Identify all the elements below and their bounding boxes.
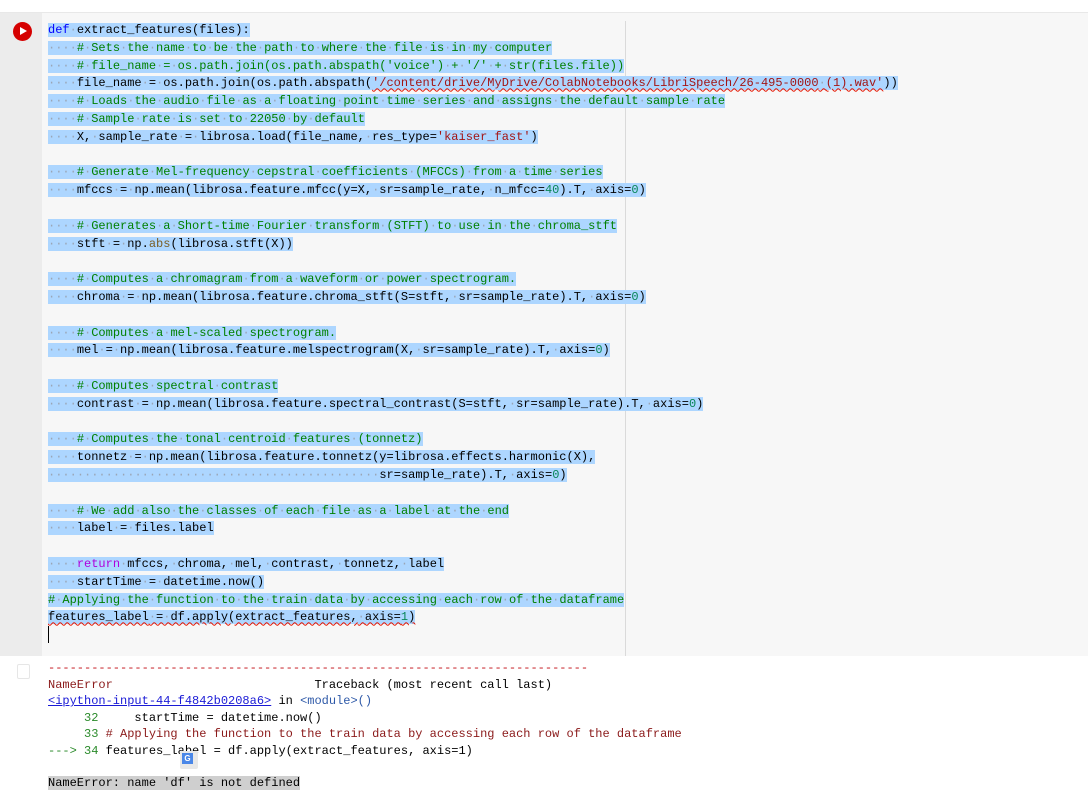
traceback-label: Traceback (most recent call last)	[314, 677, 553, 692]
traceback-code: # Applying the function to the train dat…	[98, 727, 682, 741]
code-line: ····#·We·add·also·the·classes·of·each·fi…	[48, 503, 509, 518]
code-line: ····tonnetz·=·np.mean(librosa.feature.to…	[48, 450, 596, 465]
code-line: def·extract_features(files):	[48, 23, 250, 37]
run-cell-button[interactable]	[13, 22, 32, 41]
output-clear-icon[interactable]	[17, 664, 30, 679]
in-text: in	[271, 694, 301, 708]
code-line: ····#·Computes·the·tonal·centroid·featur…	[48, 432, 423, 447]
code-line: ····#·Computes·a·mel-scaled·spectrogram.	[48, 325, 337, 340]
code-line: ····label·=·files.label	[48, 521, 214, 536]
module-text: <module>()	[300, 694, 373, 708]
line-number: 33	[48, 727, 99, 741]
traceback-code: features_label = df.apply(extract_featur…	[98, 743, 473, 758]
cell-gutter	[0, 13, 42, 656]
code-line: ····return·mfccs,·chroma,·mel,·contrast,…	[48, 556, 445, 571]
code-line: ········································…	[48, 467, 567, 482]
code-line: ····stft·=·np.abs(librosa.stft(X))	[48, 236, 293, 251]
code-line: ····#·Generates·a·Short-time·Fourier·tra…	[48, 218, 617, 233]
google-translate-icon[interactable]: G	[180, 751, 198, 769]
error-message: NameError: name 'df' is not defined	[48, 775, 301, 790]
code-line: ····#·Loads·the·audio·file·as·a·floating…	[48, 94, 726, 109]
text-cursor	[48, 626, 49, 643]
code-editor[interactable]: def·extract_features(files): ····#·Sets·t…	[48, 22, 898, 627]
line-number: 32	[48, 710, 99, 725]
code-line: #·Applying·the·function·to·the·train·dat…	[48, 592, 625, 607]
traceback-code: startTime = datetime.now()	[98, 710, 322, 725]
cell-output: ----------------------------------------…	[48, 660, 682, 791]
error-name: NameError	[48, 677, 113, 692]
code-cell[interactable]: def·extract_features(files): ····#·Sets·t…	[0, 12, 1088, 656]
code-line: ····file_name·=·os.path.join(os.path.abs…	[48, 76, 898, 91]
code-line: ····#·Computes·a·chromagram·from·a·wavef…	[48, 272, 517, 287]
traceback-link[interactable]: <ipython-input-44-f4842b0208a6>	[48, 694, 271, 708]
traceback-dashes: ----------------------------------------…	[48, 661, 589, 675]
code-line: ····#·Sets·the·name·to·be·the·path·to·wh…	[48, 40, 553, 55]
code-line: ····X,·sample_rate·=·librosa.load(file_n…	[48, 129, 538, 144]
code-line: ····#·Generate·Mel-frequency·cepstral·co…	[48, 165, 603, 180]
error-arrow: ---> 34	[48, 743, 99, 758]
code-line: ····#·Sample·rate·is·set·to·22050·by·def…	[48, 111, 365, 126]
code-line: ····mel·=·np.mean(librosa.feature.melspe…	[48, 343, 610, 358]
code-line: ····startTime·=·datetime.now()	[48, 574, 265, 589]
code-line: ····#·file_name·=·os.path.join(os.path.a…	[48, 58, 625, 73]
code-line: features_label·=·df.apply(extract_featur…	[48, 610, 416, 625]
code-line: ····chroma·=·np.mean(librosa.feature.chr…	[48, 289, 646, 304]
code-line: ····#·Computes·spectral·contrast	[48, 378, 279, 393]
code-line: ····contrast·=·np.mean(librosa.feature.s…	[48, 396, 704, 411]
code-line: ····mfccs·=·np.mean(librosa.feature.mfcc…	[48, 183, 646, 198]
